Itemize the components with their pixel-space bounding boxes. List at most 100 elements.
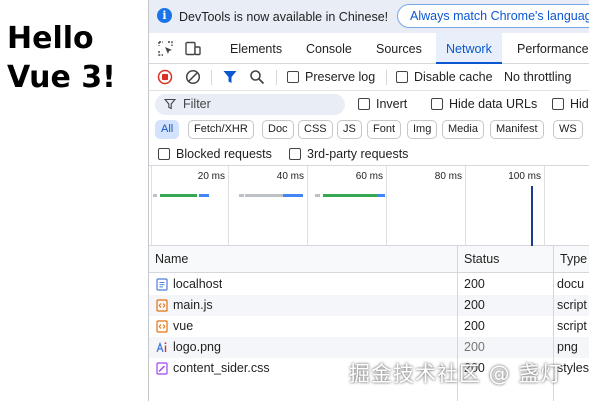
page-heading: Hello Vue 3! (7, 19, 116, 97)
request-status: 200 (464, 340, 485, 354)
overview-request-bar (239, 194, 244, 197)
type-filter-font[interactable]: Font (367, 120, 402, 139)
devtools-tab-bar: Elements Console Sources Network Perform… (149, 33, 589, 64)
overview-request-bar (323, 194, 377, 197)
request-name: main.js (173, 298, 213, 312)
type-filter-img[interactable]: Img (407, 120, 438, 139)
overview-gridline (386, 166, 387, 246)
hide-extension-urls-checkbox[interactable] (552, 98, 564, 110)
preserve-log-label: Preserve log (305, 70, 376, 84)
request-name: localhost (173, 277, 223, 291)
overview-gridline (228, 166, 229, 246)
request-name: content_sider.css (173, 361, 270, 375)
overview-load-marker (531, 186, 533, 246)
overview-gridline (465, 166, 466, 246)
match-language-button[interactable]: Always match Chrome's language (397, 4, 589, 28)
overview-tick-label: 60 ms (355, 171, 383, 182)
type-filter-ws[interactable]: WS (553, 120, 583, 139)
overview-gridline (307, 166, 308, 246)
table-row[interactable]: main.js 200 script (149, 295, 589, 316)
blocked-requests-checkbox[interactable] (158, 148, 170, 160)
preserve-log-checkbox[interactable] (287, 71, 299, 83)
image-icon (156, 341, 167, 353)
table-row[interactable]: vue 200 script (149, 316, 589, 337)
toolbar-separator (276, 70, 277, 85)
device-toolbar-icon[interactable] (185, 41, 201, 56)
network-overview[interactable]: 20 ms 40 ms 60 ms 80 ms 100 ms (149, 166, 589, 246)
overview-tick-label: 80 ms (434, 171, 462, 182)
hide-data-urls-label: Hide data URLs (449, 97, 538, 111)
overview-gridline (151, 166, 152, 246)
type-filter-media[interactable]: Media (442, 120, 484, 139)
requests-table-header: Name Status Type (149, 246, 589, 273)
clear-icon[interactable] (185, 69, 201, 85)
blocked-requests-label: Blocked requests (176, 147, 272, 161)
table-row[interactable]: localhost 200 docu (149, 274, 589, 295)
invert-label: Invert (376, 97, 408, 111)
stylesheet-icon (156, 362, 168, 375)
table-row[interactable]: logo.png 200 png (149, 337, 589, 358)
disable-cache-checkbox[interactable] (396, 71, 408, 83)
hide-extension-urls-label: Hid (570, 97, 589, 111)
disable-cache-label: Disable cache (414, 70, 493, 84)
script-icon (156, 320, 168, 333)
filter-icon[interactable] (222, 69, 238, 85)
invert-checkbox[interactable] (358, 98, 370, 110)
tab-sources[interactable]: Sources (366, 33, 432, 64)
request-type: docu (557, 277, 585, 291)
tab-elements[interactable]: Elements (220, 33, 292, 64)
blocked-requests-row: Blocked requests 3rd-party requests (149, 142, 589, 166)
page-viewport: Hello Vue 3! (0, 0, 148, 401)
third-party-requests-checkbox[interactable] (289, 148, 301, 160)
overview-request-bar (245, 194, 283, 197)
overview-gridline (544, 166, 545, 246)
request-status: 200 (464, 277, 485, 291)
info-message: DevTools is now available in Chinese! (179, 10, 389, 24)
type-filter-doc[interactable]: Doc (262, 120, 294, 139)
page-heading-line: Vue 3! (7, 60, 116, 95)
funnel-icon (164, 98, 176, 110)
overview-request-bar (153, 194, 157, 197)
watermark: 掘金技术社区 @ 盏灯 (349, 362, 563, 386)
inspect-element-icon[interactable] (158, 41, 174, 56)
record-stop-icon[interactable] (157, 69, 173, 85)
overview-tick-label: 40 ms (276, 171, 304, 182)
overview-tick-label: 100 ms (508, 171, 541, 182)
network-toolbar: Preserve log Disable cache No throttling (149, 64, 589, 91)
filter-input[interactable]: Filter (155, 94, 345, 115)
filter-row: Filter Invert Hide data URLs Hid (149, 91, 589, 118)
type-filter-css[interactable]: CSS (298, 120, 333, 139)
hide-data-urls-checkbox[interactable] (431, 98, 443, 110)
request-name: vue (173, 319, 194, 333)
column-header-name[interactable]: Name (149, 246, 457, 273)
document-icon (156, 278, 168, 291)
tab-network[interactable]: Network (436, 33, 502, 64)
third-party-requests-label: 3rd-party requests (307, 147, 409, 161)
tab-performance[interactable]: Performance (507, 33, 589, 64)
request-status: 200 (464, 319, 485, 333)
column-header-type[interactable]: Type (554, 246, 589, 273)
overview-tick-label: 20 ms (197, 171, 225, 182)
request-type: png (557, 340, 578, 354)
filter-placeholder: Filter (183, 97, 211, 111)
toolbar-separator (386, 70, 387, 85)
request-status: 200 (464, 298, 485, 312)
search-icon[interactable] (249, 69, 265, 85)
type-filter-js[interactable]: JS (337, 120, 362, 139)
throttling-select[interactable]: No throttling (504, 70, 571, 84)
devtools-panel: i DevTools is now available in Chinese! … (148, 0, 589, 401)
overview-request-bar (377, 194, 385, 197)
toolbar-separator (211, 70, 212, 85)
script-icon (156, 299, 168, 312)
type-filter-manifest[interactable]: Manifest (490, 120, 544, 139)
tab-console[interactable]: Console (296, 33, 362, 64)
column-header-status[interactable]: Status (458, 246, 553, 273)
request-type: script (557, 298, 587, 312)
overview-request-bar (283, 194, 303, 197)
request-type: script (557, 319, 587, 333)
info-bar: i DevTools is now available in Chinese! … (149, 0, 589, 33)
type-filter-all[interactable]: All (155, 120, 180, 139)
info-icon: i (157, 8, 172, 23)
type-filter-fetch-xhr[interactable]: Fetch/XHR (188, 120, 254, 139)
overview-request-bar (199, 194, 209, 197)
